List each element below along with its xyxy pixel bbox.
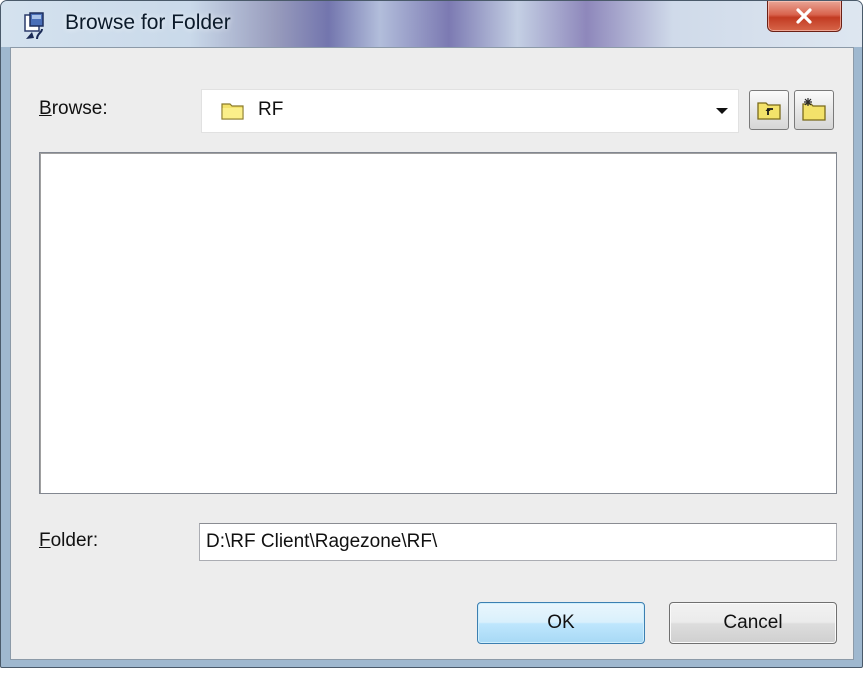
new-folder-button[interactable] — [794, 90, 834, 130]
up-one-level-button[interactable] — [749, 90, 789, 130]
folder-label: Folder: — [39, 530, 99, 551]
browse-folder-app-icon — [23, 12, 53, 40]
browse-for-folder-dialog: Browse for Folder Browse: RF Folder: D:\… — [0, 0, 863, 668]
close-button[interactable] — [767, 1, 842, 32]
up-one-level-icon — [757, 102, 781, 120]
folder-icon — [221, 103, 244, 120]
chevron-down-icon[interactable] — [716, 108, 728, 114]
browse-location-dropdown[interactable]: RF — [201, 89, 739, 133]
browse-selected-folder: RF — [258, 99, 284, 120]
title-bar[interactable]: Browse for Folder — [1, 1, 862, 47]
browse-label: Browse: — [39, 98, 108, 119]
dialog-body: Browse: RF Folder: OK Can — [10, 47, 854, 660]
dialog-title: Browse for Folder — [65, 11, 231, 34]
folder-path-input[interactable] — [199, 523, 837, 561]
close-x-icon — [796, 8, 812, 24]
new-folder-icon — [802, 98, 826, 121]
cancel-button[interactable]: Cancel — [669, 602, 837, 644]
ok-button[interactable]: OK — [477, 602, 645, 644]
folder-tree-view[interactable] — [39, 152, 837, 494]
